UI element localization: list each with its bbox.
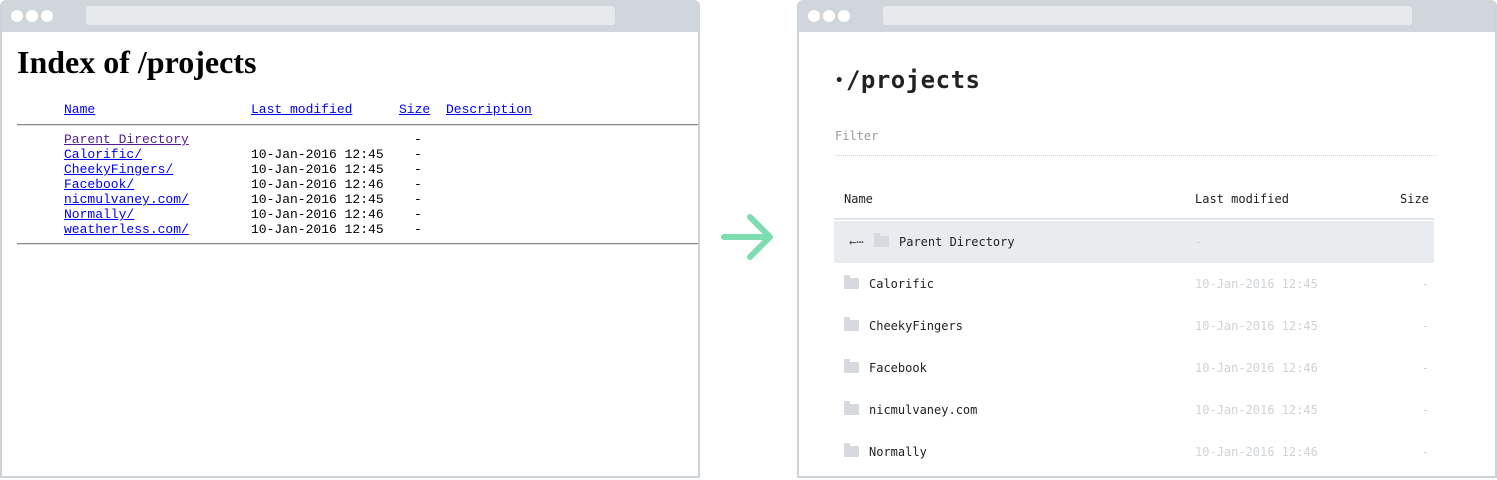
page-title-text: /projects xyxy=(845,66,981,94)
address-bar[interactable] xyxy=(883,6,1412,25)
folder-link[interactable]: Normally/ xyxy=(64,207,134,222)
address-bar[interactable] xyxy=(86,6,615,25)
folder-icon xyxy=(844,359,859,373)
size-cell: - xyxy=(414,177,422,192)
browser-window-before: Index of /projects Name Last modified Si… xyxy=(0,0,700,478)
close-dot[interactable] xyxy=(808,10,820,22)
browser-window-after: •/projects Name Last modified Size ←⋯ Pa… xyxy=(797,0,1497,478)
divider xyxy=(17,243,698,245)
folder-icon xyxy=(844,275,859,289)
size-cell: - xyxy=(414,207,422,222)
table-row[interactable]: Facebook 10-Jan-2016 12:46 - xyxy=(834,347,1434,389)
size-cell: - xyxy=(1422,277,1430,291)
folder-name[interactable]: nicmulvaney.com xyxy=(869,403,977,417)
size-cell: - xyxy=(414,162,422,177)
modified-cell: 10-Jan-2016 12:45 xyxy=(1195,403,1318,417)
folder-link[interactable]: Calorific/ xyxy=(64,147,142,162)
divider xyxy=(17,124,698,126)
folder-link[interactable]: CheekyFingers/ xyxy=(64,162,173,177)
parent-directory-row: Parent Directory - xyxy=(2,132,422,192)
modified-cell: 10-Jan-2016 12:45 xyxy=(251,192,384,207)
size-cell: - xyxy=(414,147,422,162)
sort-by-description-link[interactable]: Description xyxy=(446,102,532,117)
browser-chrome xyxy=(799,0,1495,32)
folder-link[interactable]: weatherless.com/ xyxy=(64,222,189,237)
size-cell: - xyxy=(1422,361,1430,375)
size-cell: - xyxy=(1422,403,1430,417)
parent-directory-label: Parent Directory xyxy=(899,235,1015,249)
sort-by-name-link[interactable]: Name xyxy=(64,102,95,117)
modified-cell: 10-Jan-2016 12:46 xyxy=(1195,361,1318,375)
folder-icon xyxy=(844,317,859,331)
folder-icon xyxy=(874,233,889,247)
modified-cell: 10-Jan-2016 12:45 xyxy=(251,162,384,177)
table-header: Name Last modified Size xyxy=(834,182,1434,220)
minimize-dot[interactable] xyxy=(823,10,835,22)
back-arrow-icon: ←⋯ xyxy=(849,235,864,249)
modified-cell: 10-Jan-2016 12:45 xyxy=(1195,277,1318,291)
modified-cell: 10-Jan-2016 12:45 xyxy=(251,147,384,162)
name-column-header[interactable]: Name xyxy=(844,192,873,206)
modified-cell: 10-Jan-2016 12:46 xyxy=(251,177,384,192)
folder-icon xyxy=(844,401,859,415)
modified-cell: - xyxy=(1195,235,1203,249)
modified-cell: 10-Jan-2016 12:46 xyxy=(1195,445,1318,459)
old-index-page: Index of /projects Name Last modified Si… xyxy=(2,32,698,476)
page-title: Index of /projects xyxy=(17,44,257,80)
size-column-header[interactable]: Size xyxy=(1400,192,1429,206)
modified-cell: 10-Jan-2016 12:46 xyxy=(251,207,384,222)
folder-icon xyxy=(844,443,859,457)
modified-cell: 10-Jan-2016 12:45 xyxy=(1195,319,1318,333)
folder-name[interactable]: Calorific xyxy=(869,277,934,291)
parent-directory-row[interactable]: ←⋯ Parent Directory - xyxy=(834,221,1434,263)
close-dot[interactable] xyxy=(11,10,23,22)
parent-directory-link[interactable]: Parent Directory xyxy=(64,132,189,147)
size-cell: - xyxy=(1422,319,1430,333)
size-cell: - xyxy=(414,132,422,147)
table-row[interactable]: nicmulvaney.com 10-Jan-2016 12:45 - xyxy=(834,389,1434,431)
modified-cell: 10-Jan-2016 12:45 xyxy=(251,222,384,237)
table-row[interactable]: Normally 10-Jan-2016 12:46 - xyxy=(834,431,1434,473)
folder-name[interactable]: Normally xyxy=(869,445,927,459)
window-controls xyxy=(808,10,850,22)
size-cell: - xyxy=(414,222,422,237)
filter-input[interactable] xyxy=(835,126,1436,156)
sort-by-modified-link[interactable]: Last modified xyxy=(251,102,352,117)
minimize-dot[interactable] xyxy=(26,10,38,22)
folder-link[interactable]: Facebook/ xyxy=(64,177,134,192)
sort-by-size-link[interactable]: Size xyxy=(399,102,430,117)
table-row[interactable]: CheekyFingers 10-Jan-2016 12:45 - xyxy=(834,305,1434,347)
window-controls xyxy=(11,10,53,22)
title-bullet: • xyxy=(835,73,844,89)
folder-name[interactable]: Facebook xyxy=(869,361,927,375)
new-index-page: •/projects Name Last modified Size ←⋯ Pa… xyxy=(799,32,1495,476)
browser-chrome xyxy=(2,0,698,32)
maximize-dot[interactable] xyxy=(41,10,53,22)
page-title: •/projects xyxy=(835,66,980,94)
modified-column-header[interactable]: Last modified xyxy=(1195,192,1289,206)
folder-link[interactable]: nicmulvaney.com/ xyxy=(64,192,189,207)
size-cell: - xyxy=(1422,445,1430,459)
maximize-dot[interactable] xyxy=(838,10,850,22)
table-row[interactable]: Calorific 10-Jan-2016 12:45 - xyxy=(834,263,1434,305)
arrow-right-icon xyxy=(721,214,773,260)
folder-name[interactable]: CheekyFingers xyxy=(869,319,963,333)
size-cell: - xyxy=(414,192,422,207)
